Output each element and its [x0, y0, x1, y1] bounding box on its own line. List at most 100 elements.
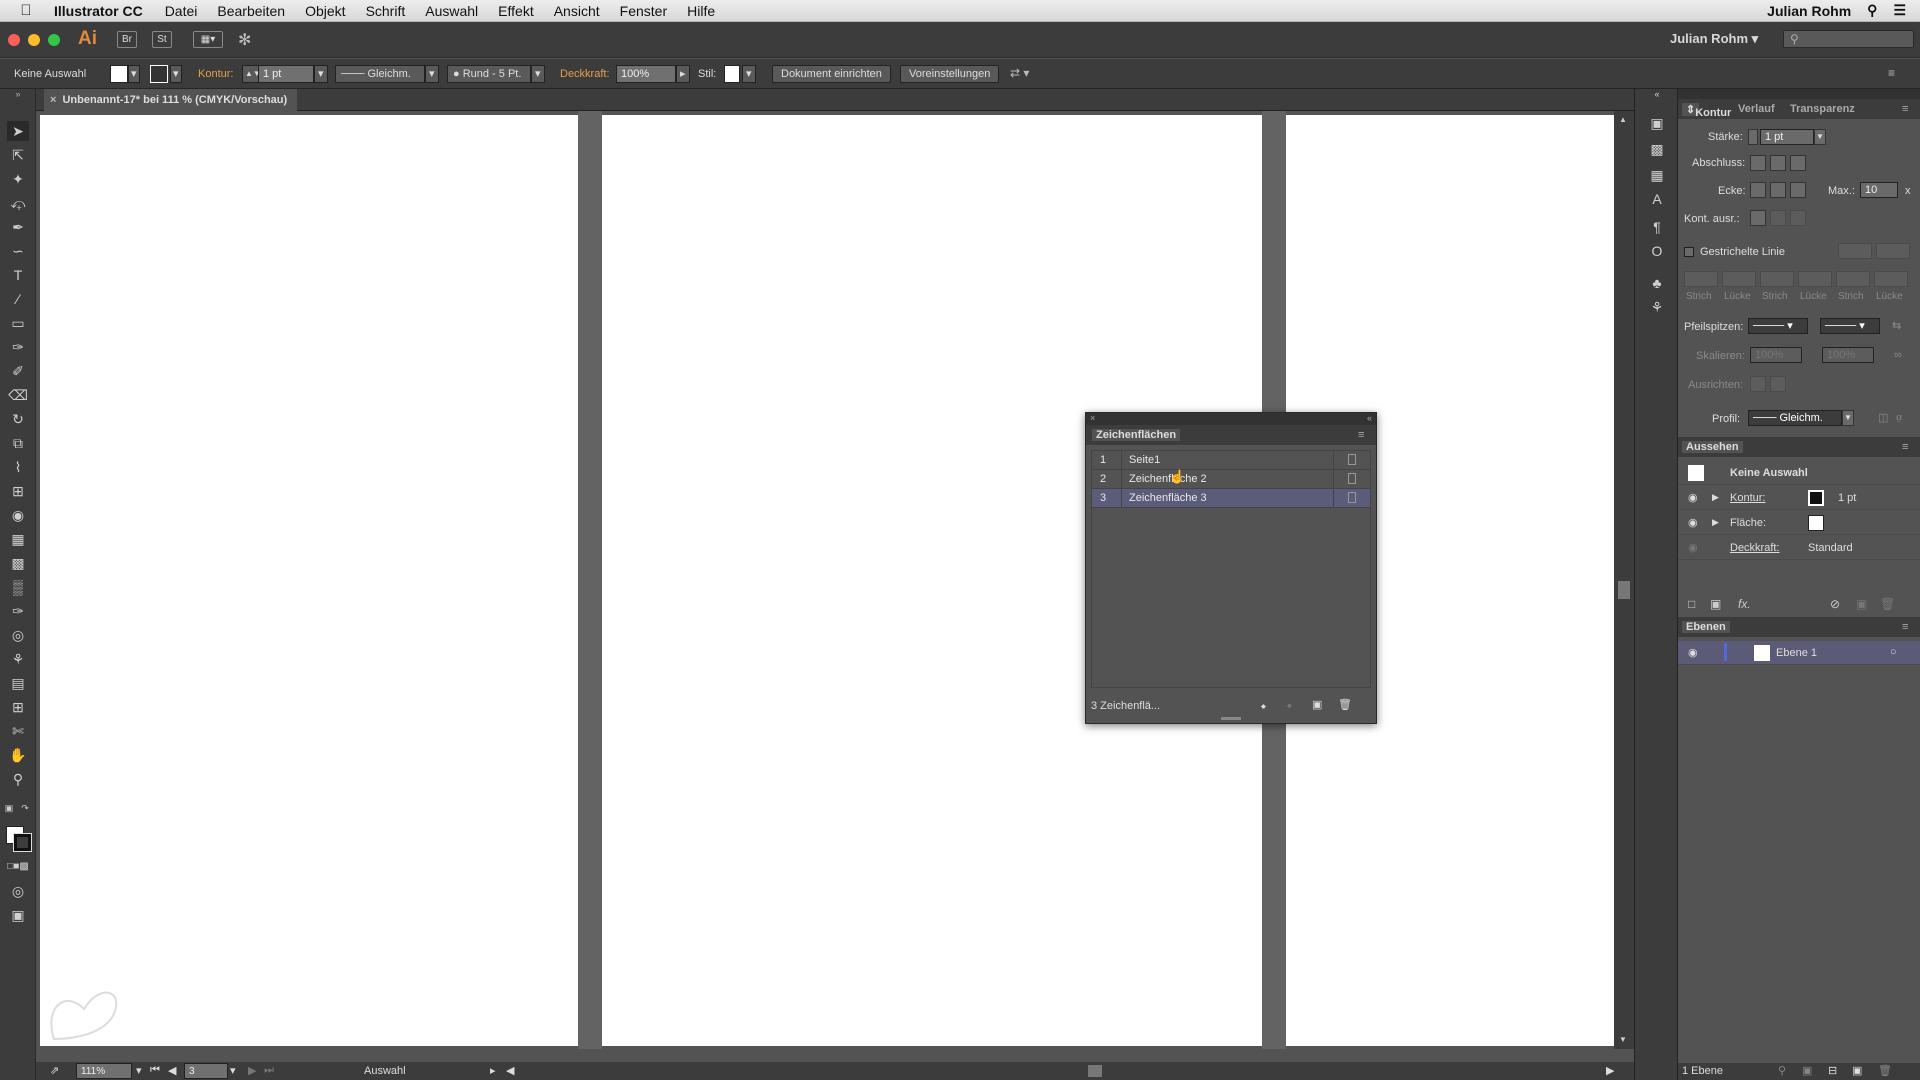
- artboards-panel-titlebar[interactable]: × «: [1086, 413, 1376, 425]
- menu-fenster[interactable]: Fenster: [610, 3, 677, 19]
- artboard-tool-icon[interactable]: ⊞: [7, 697, 29, 717]
- artboards-menu-icon[interactable]: ≡: [1354, 429, 1368, 441]
- artboard-name[interactable]: Seite1: [1129, 451, 1160, 469]
- width-profile-arrow[interactable]: ▼: [1842, 410, 1854, 426]
- tab-aussehen[interactable]: Aussehen: [1682, 441, 1743, 453]
- paragraph-icon[interactable]: ¶: [1646, 217, 1668, 237]
- type-tool-icon[interactable]: T: [7, 265, 29, 285]
- menu-schrift[interactable]: Schrift: [356, 3, 416, 19]
- direct-selection-tool-icon[interactable]: ⇱: [7, 145, 29, 165]
- artboard-row-selected[interactable]: 3 Zeichenfläche 3: [1092, 489, 1370, 508]
- butt-cap-button[interactable]: [1750, 155, 1766, 171]
- stroke-color-box[interactable]: [13, 833, 32, 852]
- artboard-dropdown[interactable]: ▾: [230, 1064, 236, 1077]
- hscroll-thumb[interactable]: [1088, 1065, 1102, 1077]
- stroke-weight-field[interactable]: 1 pt: [1760, 129, 1814, 145]
- arrow-extend-button[interactable]: [1750, 376, 1766, 392]
- eraser-tool-icon[interactable]: ⌫: [7, 385, 29, 405]
- tab-zeichenflaechen[interactable]: Zeichenflächen: [1092, 429, 1181, 441]
- gradient-tool-icon[interactable]: ▒: [7, 577, 29, 597]
- width-tool-icon[interactable]: ⌇: [7, 457, 29, 477]
- add-effect-icon[interactable]: fx.: [1738, 597, 1751, 611]
- graphic-style-swatch[interactable]: [724, 65, 740, 83]
- artboard-1[interactable]: [40, 115, 578, 1046]
- color-guide-icon[interactable]: ▣: [1646, 113, 1668, 133]
- visibility-eye-icon[interactable]: ◉: [1688, 541, 1698, 554]
- scroll-up-arrow[interactable]: ▲: [1619, 115, 1627, 124]
- move-up-icon[interactable]: 🠹: [1260, 698, 1267, 717]
- appearance-menu-icon[interactable]: ≡: [1902, 441, 1908, 453]
- delete-item-icon[interactable]: 🗑: [1880, 597, 1895, 611]
- visibility-eye-icon[interactable]: ◉: [1688, 516, 1698, 529]
- paintbrush-tool-icon[interactable]: ✑: [7, 337, 29, 357]
- eyedropper-tool-icon[interactable]: ✑: [7, 601, 29, 621]
- notification-center-icon[interactable]: ☰: [1893, 2, 1906, 19]
- align-center-button[interactable]: [1750, 210, 1766, 226]
- appearance-selection-row[interactable]: Keine Auswahl: [1678, 461, 1920, 485]
- appearance-kontur-label[interactable]: Kontur:: [1730, 492, 1765, 504]
- scrollbar-thumb[interactable]: [1618, 581, 1630, 599]
- appearance-kontur-row[interactable]: ◉ ▶ Kontur: 1 pt: [1678, 486, 1920, 510]
- slice-tool-icon[interactable]: ✄: [7, 721, 29, 741]
- color-mode-buttons[interactable]: □■▩: [7, 857, 29, 877]
- artboard-options-icon[interactable]: [1348, 473, 1356, 484]
- end-arrowhead-dropdown[interactable]: ──── ▾: [1820, 318, 1880, 334]
- stroke-weight-stepper[interactable]: [1748, 129, 1758, 145]
- share-icon[interactable]: ⇗: [50, 1064, 59, 1077]
- app-menu[interactable]: Illustrator CC: [52, 3, 155, 19]
- arrow-place-button[interactable]: [1770, 376, 1786, 392]
- tab-verlauf[interactable]: Verlauf: [1738, 103, 1775, 115]
- panel-resize-handle[interactable]: [1221, 717, 1241, 720]
- stroke-weight-input[interactable]: 1 pt: [258, 65, 314, 83]
- artboard-row[interactable]: 2 Zeichenfläche 2: [1092, 470, 1370, 489]
- collapse-toolbar-icon[interactable]: »: [7, 89, 29, 99]
- perspective-grid-tool-icon[interactable]: ▦: [7, 529, 29, 549]
- new-artboard-icon[interactable]: ▣: [1312, 698, 1322, 711]
- visibility-eye-icon[interactable]: ◉: [1688, 491, 1698, 504]
- fill-swatch[interactable]: [110, 65, 128, 83]
- align-inside-button[interactable]: [1770, 210, 1786, 226]
- hscroll-right-arrow[interactable]: ▶: [1606, 1064, 1614, 1077]
- round-cap-button[interactable]: [1770, 155, 1786, 171]
- menu-datei[interactable]: Datei: [155, 3, 208, 19]
- round-join-button[interactable]: [1770, 182, 1786, 198]
- expand-triangle-icon[interactable]: ▶: [1712, 517, 1719, 528]
- scale-tool-icon[interactable]: ⧉: [7, 433, 29, 453]
- kontur-label[interactable]: Kontur:: [198, 68, 233, 80]
- align-options-icon[interactable]: ⇄ ▾: [1010, 66, 1029, 80]
- magic-wand-tool-icon[interactable]: ✦: [7, 169, 29, 189]
- hscroll-left-arrow[interactable]: ◀: [506, 1064, 514, 1077]
- artboard-options-icon[interactable]: [1348, 454, 1356, 465]
- panel-menu-icon[interactable]: ≡: [1888, 66, 1895, 80]
- artboard-name[interactable]: Zeichenfläche 2: [1129, 470, 1207, 488]
- stroke-color-swatch[interactable]: [1808, 490, 1824, 506]
- brush-dropdown[interactable]: ▾: [531, 65, 545, 83]
- character-icon[interactable]: A: [1646, 189, 1668, 209]
- brush-definition[interactable]: ● Rund - 5 Pt.: [447, 65, 531, 83]
- preferences-button[interactable]: Voreinstellungen: [900, 65, 1000, 83]
- last-artboard-button[interactable]: ⏭: [264, 1064, 274, 1077]
- default-colors-icon[interactable]: ▣: [4, 803, 14, 813]
- menu-ansicht[interactable]: Ansicht: [544, 3, 610, 19]
- gap-3-field[interactable]: [1874, 271, 1908, 287]
- expand-triangle-icon[interactable]: ▶: [1712, 492, 1719, 503]
- document-tab[interactable]: × Unbenannt-17* bei 111 % (CMYK/Vorschau): [44, 89, 298, 111]
- layer-target-icon[interactable]: ○: [1890, 646, 1897, 658]
- end-scale-field[interactable]: 100%: [1822, 347, 1874, 363]
- lasso-tool-icon[interactable]: ⤽: [7, 193, 29, 213]
- menu-effekt[interactable]: Effekt: [488, 3, 544, 19]
- align-outside-button[interactable]: [1790, 210, 1806, 226]
- opacity-slider-toggle[interactable]: ▸: [676, 65, 690, 83]
- artboard-options-icon[interactable]: [1348, 492, 1356, 503]
- help-search-input[interactable]: ⚲: [1783, 30, 1914, 48]
- close-window-button[interactable]: [8, 34, 20, 46]
- layer-row[interactable]: ◉ Ebene 1 ○: [1678, 641, 1920, 665]
- pen-tool-icon[interactable]: ✒: [7, 217, 29, 237]
- fill-dropdown[interactable]: ▾: [128, 65, 140, 83]
- delete-artboard-icon[interactable]: 🗑: [1338, 698, 1352, 711]
- appearance-deckkraft-label[interactable]: Deckkraft:: [1730, 542, 1780, 554]
- workspace-switcher[interactable]: Julian Rohm ▾: [1670, 31, 1758, 47]
- width-profile-dropdown[interactable]: ─── Gleichm.: [1748, 410, 1842, 426]
- link-scale-icon[interactable]: ∞: [1894, 349, 1902, 361]
- tab-ebenen[interactable]: Ebenen: [1682, 621, 1730, 633]
